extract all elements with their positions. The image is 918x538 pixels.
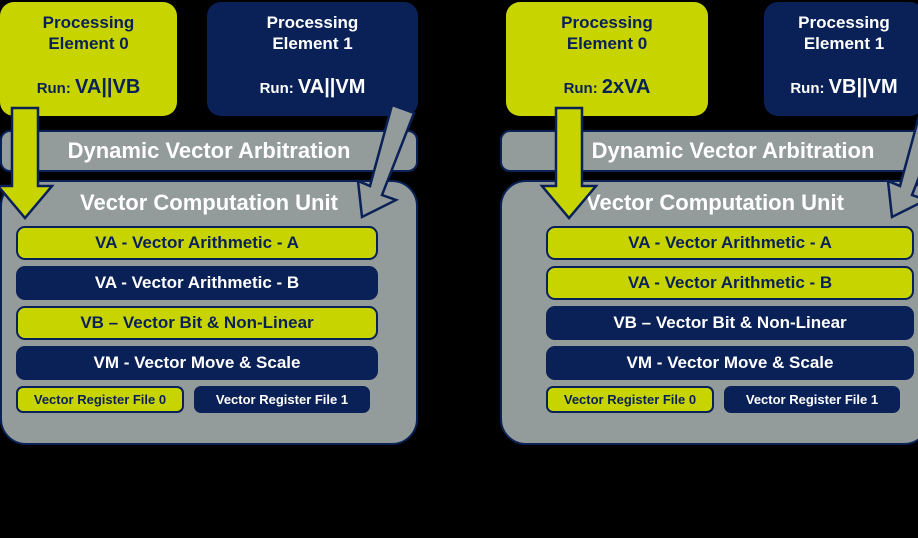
- panel-left: Processing Element 0 Run: VA||VB Process…: [0, 0, 418, 460]
- diagram-canvas: Processing Element 0 Run: VA||VB Process…: [0, 0, 918, 538]
- processing-element-1-box: Processing Element 1 Run: VA||VM: [207, 2, 418, 116]
- vector-computation-unit-title: Vector Computation Unit: [80, 190, 338, 215]
- vector-unit-stack: VA - Vector Arithmetic - A VA - Vector A…: [16, 226, 378, 386]
- vector-computation-unit-title: Vector Computation Unit: [586, 190, 844, 215]
- processing-element-0-title: Processing Element 0: [42, 13, 135, 53]
- vector-unit-row: VM - Vector Move & Scale: [546, 346, 914, 380]
- vector-computation-unit-panel: Vector Computation Unit VA - Vector Arit…: [0, 180, 418, 445]
- vector-unit-row: VA - Vector Arithmetic - A: [546, 226, 914, 260]
- vector-register-file-row: Vector Register File 0 Vector Register F…: [546, 386, 914, 413]
- processing-element-0-box: Processing Element 0 Run: VA||VB: [0, 2, 177, 116]
- dynamic-vector-arbitration-label: Dynamic Vector Arbitration: [591, 138, 875, 163]
- processing-element-1-run: Run: VA||VM: [260, 76, 366, 99]
- processing-element-0-run: Run: 2xVA: [564, 76, 651, 99]
- panel-right: Processing Element 0 Run: 2xVA Processin…: [500, 0, 918, 460]
- run-prefix: Run:: [790, 80, 829, 97]
- vector-register-file-1: Vector Register File 1: [724, 386, 900, 413]
- processing-element-1-title: Processing Element 1: [798, 13, 890, 53]
- run-value: 2xVA: [601, 76, 651, 98]
- run-prefix: Run:: [259, 80, 298, 97]
- vector-register-file-row: Vector Register File 0 Vector Register F…: [16, 386, 378, 413]
- dynamic-vector-arbitration-label: Dynamic Vector Arbitration: [67, 138, 351, 163]
- vector-register-file-0: Vector Register File 0: [16, 386, 184, 413]
- dynamic-vector-arbitration-bar: Dynamic Vector Arbitration: [500, 130, 918, 172]
- run-value: VA||VM: [297, 76, 366, 98]
- vector-unit-row: VA - Vector Arithmetic - B: [16, 266, 378, 300]
- processing-element-0-title: Processing Element 0: [561, 13, 653, 53]
- processing-element-1-title: Processing Element 1: [266, 13, 359, 53]
- vector-register-file-0: Vector Register File 0: [546, 386, 714, 413]
- vector-unit-row: VA - Vector Arithmetic - B: [546, 266, 914, 300]
- processing-element-0-box: Processing Element 0 Run: 2xVA: [506, 2, 708, 116]
- run-prefix: Run:: [563, 80, 602, 97]
- run-value: VB||VM: [828, 76, 898, 98]
- vector-unit-row: VB – Vector Bit & Non-Linear: [16, 306, 378, 340]
- vector-register-file-1: Vector Register File 1: [194, 386, 370, 413]
- processing-element-1-box: Processing Element 1 Run: VB||VM: [764, 2, 918, 116]
- processing-element-1-run: Run: VB||VM: [790, 76, 897, 99]
- run-value: VA||VB: [75, 76, 141, 98]
- vector-unit-row: VM - Vector Move & Scale: [16, 346, 378, 380]
- dynamic-vector-arbitration-bar: Dynamic Vector Arbitration: [0, 130, 418, 172]
- vector-computation-unit-panel: Vector Computation Unit VA - Vector Arit…: [500, 180, 918, 445]
- vector-unit-row: VA - Vector Arithmetic - A: [16, 226, 378, 260]
- vector-unit-row: VB – Vector Bit & Non-Linear: [546, 306, 914, 340]
- vector-unit-stack: VA - Vector Arithmetic - A VA - Vector A…: [546, 226, 914, 386]
- run-prefix: Run:: [36, 80, 76, 97]
- processing-element-0-run: Run: VA||VB: [37, 76, 141, 99]
